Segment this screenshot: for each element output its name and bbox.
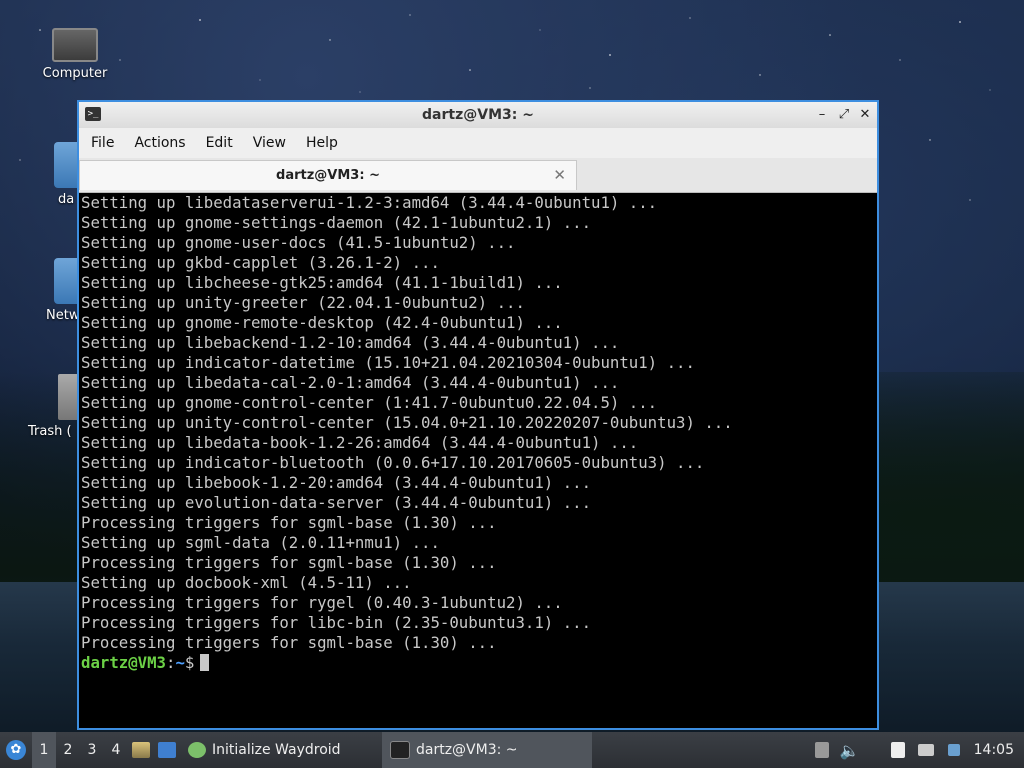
- minimize-icon[interactable]: –: [813, 106, 831, 124]
- terminal-line: Setting up unity-greeter (22.04.1-0ubunt…: [81, 293, 525, 312]
- terminal-line: Setting up libcheese-gtk25:amd64 (41.1-1…: [81, 273, 563, 292]
- prompt-user: dartz@VM3: [81, 653, 167, 672]
- computer-icon: [52, 28, 98, 62]
- prompt-symbol: $: [184, 653, 195, 672]
- file-manager-icon: [132, 742, 150, 758]
- terminal-line: Setting up gnome-control-center (1:41.7-…: [81, 393, 658, 412]
- taskbar: ✿ 1 2 3 4 Initialize Waydroid dartz@VM3:…: [0, 732, 1024, 768]
- workspace-4[interactable]: 4: [104, 732, 128, 768]
- volume-icon: 🔈: [839, 740, 860, 760]
- terminal-line: Setting up unity-control-center (15.04.0…: [81, 413, 733, 432]
- close-icon[interactable]: ✕: [856, 106, 874, 124]
- tab-terminal[interactable]: dartz@VM3: ~ ✕: [79, 160, 577, 190]
- window-title: dartz@VM3: ~: [422, 107, 534, 123]
- terminal-line: Setting up gkbd-capplet (3.26.1-2) ...: [81, 253, 440, 272]
- terminal-line: Setting up libedata-book-1.2-26:amd64 (3…: [81, 433, 639, 452]
- terminal-line: Setting up gnome-settings-daemon (42.1-1…: [81, 213, 592, 232]
- desktop-icon: [158, 742, 176, 758]
- waydroid-icon: [188, 742, 206, 758]
- terminal-line: Setting up indicator-bluetooth (0.0.6+17…: [81, 453, 705, 472]
- tab-label: dartz@VM3: ~: [276, 168, 380, 183]
- desktop-icon-label: Computer: [42, 66, 108, 81]
- terminal-prompt: dartz@VM3:~$: [81, 653, 877, 673]
- task-label: Initialize Waydroid: [212, 742, 341, 758]
- desktop-icon-computer[interactable]: Computer: [25, 22, 125, 81]
- terminal-line: Setting up gnome-remote-desktop (42.4-0u…: [81, 313, 563, 332]
- prompt-path: ~: [175, 653, 185, 672]
- workspace-1[interactable]: 1: [32, 732, 56, 768]
- terminal-icon: >_: [85, 107, 101, 121]
- menu-file[interactable]: File: [81, 135, 124, 151]
- tray-spacer: [864, 732, 884, 768]
- menu-edit[interactable]: Edit: [196, 135, 243, 151]
- terminal-line: Processing triggers for libc-bin (2.35-0…: [81, 613, 592, 632]
- tab-strip: dartz@VM3: ~ ✕: [79, 158, 877, 193]
- task-initialize-waydroid[interactable]: Initialize Waydroid: [180, 732, 382, 768]
- terminal-line: Setting up docbook-xml (4.5-11) ...: [81, 573, 412, 592]
- terminal-line: Processing triggers for sgml-base (1.30)…: [81, 513, 497, 532]
- terminal-line: Processing triggers for rygel (0.40.3-1u…: [81, 593, 563, 612]
- tray-updates[interactable]: [808, 732, 836, 768]
- menu-view[interactable]: View: [243, 135, 296, 151]
- task-terminal[interactable]: dartz@VM3: ~: [382, 732, 592, 768]
- terminal-output[interactable]: Setting up libedataserverui-1.2-3:amd64 …: [79, 193, 877, 729]
- terminal-line: Processing triggers for sgml-base (1.30)…: [81, 553, 497, 572]
- clipboard-icon: [890, 742, 905, 758]
- terminal-line: Setting up sgml-data (2.0.11+nmu1) ...: [81, 533, 440, 552]
- terminal-icon: [390, 741, 410, 759]
- window-titlebar[interactable]: >_ dartz@VM3: ~ – ⤢ ✕: [79, 102, 877, 128]
- workspace-2[interactable]: 2: [56, 732, 80, 768]
- system-tray: 🔈 14:05: [808, 732, 1024, 768]
- menu-help[interactable]: Help: [296, 135, 348, 151]
- terminal-line: Setting up libebackend-1.2-10:amd64 (3.4…: [81, 333, 620, 352]
- menu-bar: File Actions Edit View Help: [79, 128, 877, 158]
- terminal-line: Setting up gnome-user-docs (41.5-1ubuntu…: [81, 233, 516, 252]
- terminal-line: Setting up libebook-1.2-20:amd64 (3.44.4…: [81, 473, 592, 492]
- terminal-line: Setting up libedataserverui-1.2-3:amd64 …: [81, 193, 658, 212]
- tray-volume[interactable]: 🔈: [836, 732, 864, 768]
- task-label: dartz@VM3: ~: [416, 742, 518, 758]
- lubuntu-logo-icon: ✿: [6, 740, 26, 760]
- text-cursor: [200, 654, 210, 671]
- tab-close-icon[interactable]: ✕: [553, 166, 566, 184]
- maximize-icon[interactable]: ⤢: [835, 106, 853, 124]
- terminal-line: Processing triggers for sgml-base (1.30)…: [81, 633, 497, 652]
- menu-actions[interactable]: Actions: [124, 135, 195, 151]
- terminal-line: Setting up indicator-datetime (15.10+21.…: [81, 353, 695, 372]
- tray-bluetooth[interactable]: [940, 732, 968, 768]
- show-desktop-launcher[interactable]: [154, 732, 180, 768]
- update-icon: [814, 742, 829, 758]
- file-manager-launcher[interactable]: [128, 732, 154, 768]
- terminal-window[interactable]: >_ dartz@VM3: ~ – ⤢ ✕ File Actions Edit …: [77, 100, 879, 730]
- start-menu-button[interactable]: ✿: [0, 732, 32, 768]
- tray-network[interactable]: [912, 732, 940, 768]
- network-icon: [917, 744, 934, 756]
- clock[interactable]: 14:05: [968, 742, 1024, 758]
- terminal-line: Setting up libedata-cal-2.0-1:amd64 (3.4…: [81, 373, 620, 392]
- tray-clipboard[interactable]: [884, 732, 912, 768]
- terminal-line: Setting up evolution-data-server (3.44.4…: [81, 493, 592, 512]
- notification-icon: [947, 744, 960, 756]
- workspace-3[interactable]: 3: [80, 732, 104, 768]
